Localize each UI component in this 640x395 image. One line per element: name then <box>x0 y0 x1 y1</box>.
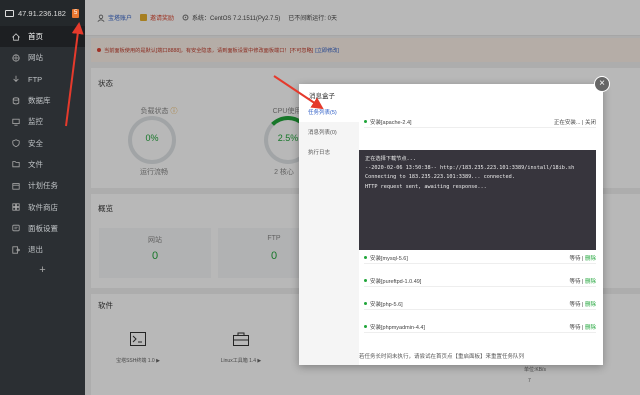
annotation-arrows <box>65 22 324 127</box>
arrow-to-badge <box>65 22 84 127</box>
arrow-to-task-tab <box>273 75 324 110</box>
